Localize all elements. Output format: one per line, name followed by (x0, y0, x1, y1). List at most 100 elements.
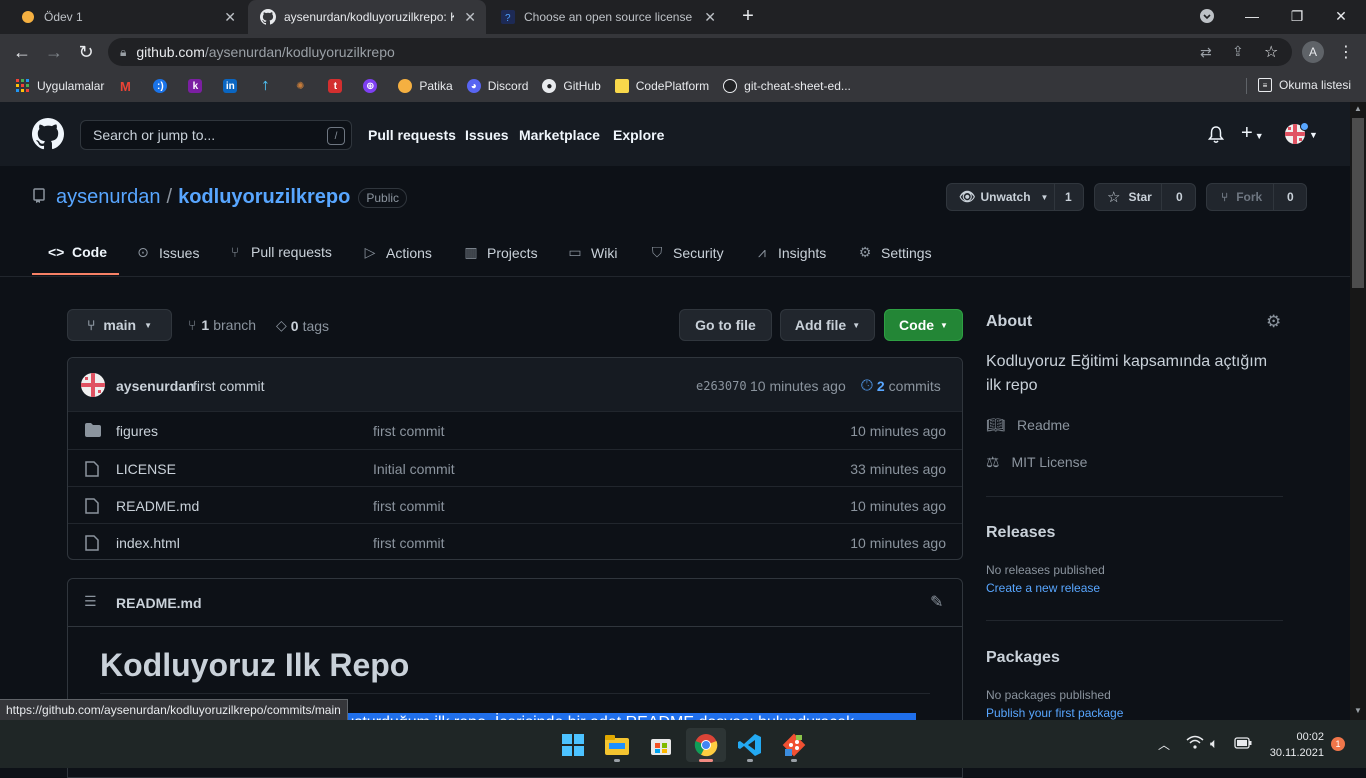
file-commit-message[interactable]: first commit (373, 498, 445, 514)
forward-icon[interactable]: → (42, 40, 66, 64)
bookmark-linkedin[interactable]: in (223, 79, 244, 93)
star-count[interactable]: 0 (1176, 190, 1183, 204)
bookmark-item[interactable]: ✺ (293, 79, 314, 93)
scroll-up-icon[interactable]: ▲ (1354, 104, 1362, 113)
file-name[interactable]: README.md (116, 498, 199, 514)
back-icon[interactable]: ← (10, 40, 34, 64)
close-icon[interactable]: ✕ (704, 9, 716, 26)
bookmark-github[interactable]: ● GitHub (542, 79, 601, 93)
wifi-icon[interactable] (1186, 735, 1204, 752)
chevron-down-icon[interactable]: ▼ (1309, 130, 1318, 140)
readme-filename[interactable]: README.md (116, 595, 202, 611)
minimize-icon[interactable]: — (1229, 0, 1275, 32)
commits-link[interactable]: 🕓︎ 2 commits (861, 377, 941, 394)
browser-tab-repo[interactable]: aysenurdan/kodluyoruzilkrepo: K ✕ (248, 0, 486, 34)
fork-count[interactable]: 0 (1287, 190, 1294, 204)
file-commit-message[interactable]: first commit (373, 423, 445, 439)
github-logo-icon[interactable] (32, 118, 64, 155)
fork-button[interactable]: ⑂ Fork 0 (1206, 183, 1307, 211)
file-explorer-icon[interactable] (597, 728, 637, 762)
browser-tab-odev[interactable]: Ödev 1 ✕ (8, 0, 246, 34)
branch-select-button[interactable]: ⑂ main ▼ (67, 309, 172, 341)
scroll-down-icon[interactable]: ▼ (1354, 706, 1362, 715)
tab-projects[interactable]: ▥ Projects (463, 244, 537, 261)
bookmark-item[interactable]: :) (153, 79, 174, 93)
chrome-icon[interactable] (686, 728, 726, 762)
gear-icon[interactable]: ⚙ (1266, 312, 1281, 332)
bookmark-item[interactable]: ᛏ (258, 79, 279, 93)
bookmark-discord[interactable]: ◕ Discord (466, 79, 528, 93)
close-icon[interactable]: ✕ (464, 9, 476, 26)
avatar[interactable] (81, 373, 105, 397)
code-button[interactable]: Code ▼ (884, 309, 963, 341)
nav-pull-requests[interactable]: Pull requests (368, 127, 456, 143)
tab-code[interactable]: <> Code (48, 244, 107, 260)
address-bar[interactable]: 🔒︎ github.com/aysenurdan/kodluyoruzilkre… (108, 38, 1292, 66)
packages-title[interactable]: Packages (986, 649, 1060, 667)
tab-search-icon[interactable] (1184, 0, 1230, 32)
repo-name-link[interactable]: kodluyoruzilkrepo (178, 186, 350, 209)
reload-icon[interactable]: ↻ (74, 40, 98, 64)
tab-actions[interactable]: ▷ Actions (362, 244, 432, 261)
tab-wiki[interactable]: ▭ Wiki (567, 244, 617, 261)
create-new-icon[interactable]: + ▼ (1241, 122, 1264, 145)
add-file-button[interactable]: Add file ▼ (780, 309, 875, 341)
file-commit-message[interactable]: first commit (373, 535, 445, 551)
window-close-icon[interactable]: ✕ (1318, 0, 1364, 32)
list-icon[interactable]: ☰ (84, 593, 97, 610)
tab-settings[interactable]: ⚙ Settings (857, 244, 932, 261)
page-scrollbar[interactable]: ▲ ▼ (1350, 102, 1366, 720)
tab-insights[interactable]: ⩘ Insights (754, 244, 826, 261)
menu-icon[interactable]: ⋮ (1338, 42, 1354, 62)
commit-sha[interactable]: e263070 (696, 379, 747, 393)
star-button[interactable]: ☆ Star 0 (1094, 183, 1196, 211)
pencil-icon[interactable]: ✎ (930, 592, 943, 612)
share-icon[interactable]: ⇪ (1232, 43, 1244, 60)
bookmark-patika[interactable]: Patika (398, 79, 453, 93)
maximize-icon[interactable]: ❐ (1274, 0, 1320, 32)
chevron-up-icon[interactable]: ︿ (1158, 736, 1170, 753)
store-icon[interactable] (641, 728, 681, 762)
table-row[interactable]: figures first commit 10 minutes ago (68, 412, 962, 449)
table-row[interactable]: index.html first commit 10 minutes ago (68, 523, 962, 560)
bookmark-item[interactable]: ⊕ (363, 79, 384, 93)
translate-icon[interactable]: ⇄ (1200, 44, 1212, 61)
repo-owner-link[interactable]: aysenurdan (56, 186, 161, 209)
bookmark-git-cheat-sheet[interactable]: git-cheat-sheet-ed... (723, 79, 851, 93)
commit-author[interactable]: aysenurdan (116, 378, 195, 394)
publish-package-link[interactable]: Publish your first package (986, 706, 1123, 720)
bookmark-apps[interactable]: Uygulamalar (16, 79, 104, 93)
windows-start-icon[interactable] (553, 728, 593, 762)
bookmark-gmail[interactable]: M (118, 79, 139, 94)
tab-issues[interactable]: ⊙ Issues (135, 244, 199, 261)
branches-link[interactable]: ⑂ 1 branch (188, 317, 256, 333)
file-commit-message[interactable]: Initial commit (373, 461, 455, 477)
file-name[interactable]: figures (116, 423, 158, 439)
commit-message[interactable]: first commit (193, 378, 265, 394)
nav-explore[interactable]: Explore (613, 127, 664, 143)
clock[interactable]: 00:02 30.11.2021 (1268, 729, 1324, 761)
battery-icon[interactable] (1234, 736, 1252, 754)
bookmark-star-icon[interactable]: ☆ (1264, 42, 1278, 62)
table-row[interactable]: LICENSE Initial commit 33 minutes ago (68, 449, 962, 486)
releases-title[interactable]: Releases (986, 524, 1055, 542)
new-tab-button[interactable]: + (738, 6, 758, 26)
nav-marketplace[interactable]: Marketplace (519, 127, 600, 143)
bookmark-item[interactable]: t (328, 79, 349, 93)
profile-avatar[interactable]: A (1302, 41, 1324, 63)
unwatch-button[interactable]: 👁︎ Unwatch ▼ 1 (946, 183, 1084, 211)
notification-badge[interactable]: 1 (1331, 737, 1345, 751)
tab-pull-requests[interactable]: ⑂ Pull requests (227, 244, 332, 260)
tags-link[interactable]: ◇ 0 tags (276, 317, 329, 334)
license-link[interactable]: ⚖ MIT License (986, 453, 1087, 471)
file-name[interactable]: index.html (116, 535, 180, 551)
scrollbar-thumb[interactable] (1352, 118, 1364, 288)
vscode-icon[interactable] (730, 728, 770, 762)
close-icon[interactable]: ✕ (224, 9, 236, 26)
reading-list-button[interactable]: ≡ Okuma listesi (1258, 78, 1351, 92)
git-gui-icon[interactable] (774, 728, 814, 762)
go-to-file-button[interactable]: Go to file (679, 309, 772, 341)
bookmark-codeplatform[interactable]: CodePlatform (614, 79, 709, 93)
bell-icon[interactable] (1207, 126, 1225, 149)
create-release-link[interactable]: Create a new release (986, 581, 1100, 595)
